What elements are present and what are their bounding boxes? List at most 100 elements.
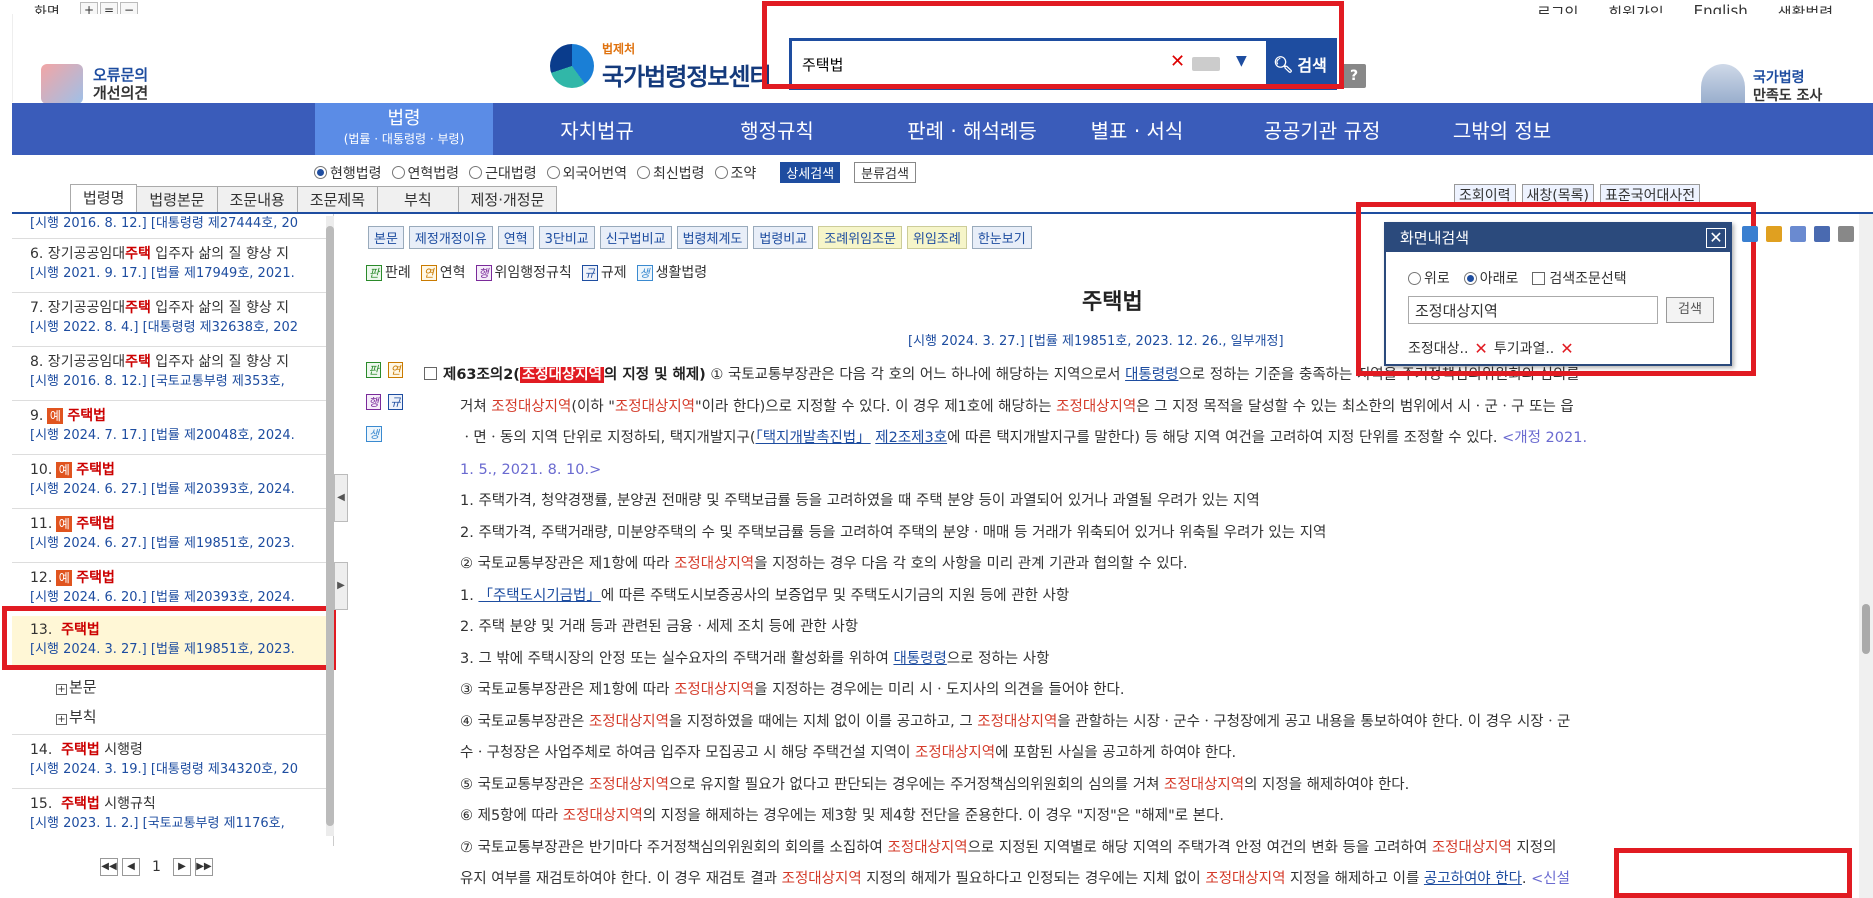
list-item-sub: [시행 2021. 9. 17.] [법률 제17949호, 2021. (30, 266, 295, 281)
law-title: 주택법 (1082, 290, 1143, 315)
btn-old-new[interactable]: 신구법비교 (599, 226, 672, 249)
tab-addenda[interactable]: 부칙 (377, 186, 459, 214)
nav-law-label: 법령 (387, 108, 421, 129)
nav-item-law[interactable]: 법령 (법률 · 대통령령 · 부령) (315, 103, 493, 155)
site-logo[interactable]: 법제처 국가법령정보센터 (550, 40, 772, 92)
tab-law-body[interactable]: 법령본문 (136, 186, 218, 214)
prev-page-button[interactable]: ◀ (122, 858, 140, 876)
find-input[interactable]: 조정대상지역 (1408, 296, 1658, 324)
radio-modern-law[interactable]: 근대법령 (469, 163, 537, 183)
list-item-kw: 주택법 (76, 570, 115, 586)
find-down-radio[interactable]: 아래로 (1463, 268, 1518, 288)
tree-node-body[interactable]: + 본문 (56, 676, 97, 697)
nav-item-cases[interactable]: 판례 · 해석례등 (877, 103, 1067, 155)
case-tag[interactable]: 판 (366, 362, 381, 378)
save-icon[interactable] (1814, 226, 1830, 242)
feedback-link[interactable]: 오류문의 개선의견 (41, 64, 148, 104)
list-item[interactable]: 11. 예 주택법 [시행 2024. 6. 27.] [법률 제19851호, 2… (30, 514, 295, 554)
regulation-tag[interactable]: 규 (388, 394, 403, 410)
find-select-checkbox[interactable]: 검색조문선택 (1532, 268, 1627, 288)
keyboard-icon[interactable] (1192, 57, 1220, 71)
tab-enactment[interactable]: 제정·개정문 (457, 186, 558, 214)
find-up-radio[interactable]: 위로 (1408, 268, 1450, 288)
list-item-selected[interactable]: 13. 주택법 [시행 2024. 3. 27.] [법률 제19851호, 2… (30, 620, 295, 660)
radio-foreign[interactable]: 외국어번역 (546, 163, 627, 183)
btn-system[interactable]: 법령체계도 (676, 226, 749, 249)
radio-current-law[interactable]: 현행법령 (314, 163, 382, 183)
list-item[interactable]: 6. 장기공공임대주택 입주자 삶의 질 향상 지 [시행 2021. 9. 1… (30, 244, 295, 284)
tab-article-title[interactable]: 조문제목 (296, 186, 379, 214)
list-item-num: 7. 장기공공임대 (30, 300, 126, 316)
find-history-item[interactable]: 조정대상.. (1408, 338, 1468, 358)
dictionary-button[interactable]: 표준국어대사전 (1599, 184, 1701, 206)
btn-compare[interactable]: 법령비교 (753, 226, 814, 249)
btn-delegation-article[interactable]: 조례위임조문 (818, 226, 902, 249)
detail-search-button[interactable]: 상세검색 (780, 162, 841, 183)
history-button[interactable]: 조회이력 (1454, 184, 1516, 206)
list-item-kw: 주택법 (76, 516, 115, 532)
share-icon[interactable] (1742, 226, 1758, 242)
radio-latest[interactable]: 최신법령 (637, 163, 705, 183)
find-button[interactable]: 검색 (1666, 297, 1714, 323)
list-item-num: 15. (30, 796, 53, 812)
btn-reason[interactable]: 제정개정이유 (408, 226, 493, 249)
clear-icon[interactable]: ✕ (1170, 51, 1185, 72)
first-page-button[interactable]: ◀◀ (100, 858, 118, 876)
help-button[interactable]: ? (1342, 64, 1366, 88)
chevron-down-icon[interactable]: ▼ (1236, 53, 1247, 69)
search-input[interactable] (802, 49, 1162, 79)
nav-law-sub: (법률 · 대통령령 · 부령) (343, 132, 465, 146)
list-item-title: 입주자 삶의 질 향상 지 (150, 354, 290, 370)
class-search-button[interactable]: 분류검색 (854, 162, 916, 183)
list-item[interactable]: 12. 예 주택법 [시행 2024. 6. 20.] [법률 제20393호, 2… (30, 568, 295, 608)
close-icon[interactable]: ✕ (1706, 228, 1726, 248)
tab-article-content[interactable]: 조문내용 (216, 186, 298, 214)
star-icon[interactable] (1766, 226, 1782, 242)
living-tag[interactable]: 생 (366, 426, 382, 442)
remove-icon[interactable]: ✕ (1474, 339, 1487, 358)
history-tag[interactable]: 연 (388, 362, 403, 378)
list-item[interactable]: [시행 2016. 8. 12.] [대통령령 제27444호, 20 (30, 214, 298, 234)
list-item[interactable]: 14. 주택법 시행령 [시행 2024. 3. 19.] [대통령령 제343… (30, 740, 298, 780)
article-item-2-3: 3. 그 밖에 주택시장의 안정 또는 실수요자의 주택거래 활성화를 위하여 … (460, 650, 1050, 667)
list-item-num: 11. (30, 516, 53, 532)
list-item-num: 6. 장기공공임대 (30, 246, 126, 262)
list-item[interactable]: 8. 장기공공임대주택 입주자 삶의 질 향상 지 [시행 2016. 8. 1… (30, 352, 289, 392)
list-item[interactable]: 7. 장기공공임대주택 입주자 삶의 질 향상 지 [시행 2022. 8. 4… (30, 298, 298, 338)
nav-item-admin-rules[interactable]: 행정규칙 (702, 103, 852, 155)
content-scrollbar[interactable] (1859, 214, 1873, 898)
print-icon[interactable] (1838, 226, 1854, 242)
btn-overview[interactable]: 한눈보기 (971, 226, 1032, 249)
nav-item-others[interactable]: 그밖의 정보 (1412, 103, 1592, 155)
search-button[interactable]: 🔍︎ 검색 (1266, 41, 1334, 87)
nav-item-local[interactable]: 자치법규 (522, 103, 672, 155)
nav-item-public[interactable]: 공공기관 규정 (1232, 103, 1412, 155)
hanja-icon[interactable] (1790, 226, 1806, 242)
list-item[interactable]: 10. 예 주택법 [시행 2024. 6. 27.] [법률 제20393호, 2… (30, 460, 295, 500)
list-item-num: 13. (30, 622, 53, 638)
list-item[interactable]: 9. 예 주택법 [시행 2024. 7. 17.] [법률 제20048호, 20… (30, 406, 295, 446)
article-para-1c: ㆍ면ㆍ동의 지역 단위로 지정하되, 택지개발지구(「택지개발촉진법」 제2조제… (460, 430, 1588, 446)
expand-right-button[interactable]: ▶ (334, 562, 348, 610)
find-history-item[interactable]: 투기과열.. (1494, 338, 1554, 358)
nav-item-forms[interactable]: 별표 · 서식 (1057, 103, 1217, 155)
btn-history[interactable]: 연혁 (497, 226, 534, 249)
radio-history-law[interactable]: 연혁법령 (391, 163, 459, 183)
list-item-sub: [시행 2024. 6. 27.] [법률 제20393호, 2024. (30, 482, 295, 497)
left-scrollbar[interactable] (326, 216, 334, 836)
remove-icon[interactable]: ✕ (1560, 339, 1573, 358)
new-window-checkbox[interactable]: 새창(목록) (1521, 184, 1594, 206)
last-page-button[interactable]: ▶▶ (194, 858, 213, 876)
radio-treaty[interactable]: 조약 (714, 163, 756, 183)
next-page-button[interactable]: ▶ (172, 858, 191, 876)
btn-body[interactable]: 본문 (368, 226, 404, 249)
collapse-left-button[interactable]: ◀ (334, 474, 348, 522)
expand-icon: + (56, 714, 67, 725)
article-checkbox[interactable] (424, 367, 437, 380)
btn-delegation-ordinance[interactable]: 위임조례 (907, 226, 967, 249)
list-item[interactable]: 15. 주택법 시행규칙 [시행 2023. 1. 2.] [국토교통부령 제1… (30, 794, 285, 834)
btn-3step[interactable]: 3단비교 (538, 226, 595, 249)
tree-node-addenda[interactable]: + 부칙 (56, 706, 97, 727)
tab-law-name[interactable]: 법령명 (70, 184, 138, 214)
admin-tag[interactable]: 행 (366, 394, 381, 410)
